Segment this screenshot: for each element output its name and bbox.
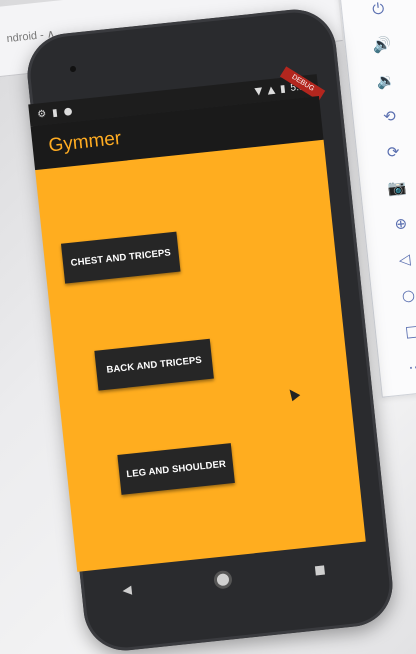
mouse-cursor-icon (285, 386, 301, 402)
signal-icon: ▲ (266, 84, 276, 96)
battery-icon: ▮ (279, 82, 287, 95)
main-content: CHEST AND TRICEPS BACK AND TRICEPS LEG A… (35, 139, 366, 572)
notification-dot-icon: ● (63, 105, 73, 118)
phone-emulator: ⚙ ▮ ● ▼ ▲ ▮ 5:52 DEBUG Gymmer CHEST AND … (0, 0, 416, 654)
leg-and-shoulder-button[interactable]: LEG AND SHOULDER (117, 443, 235, 495)
wifi-icon: ▼ (254, 85, 263, 98)
app-title: Gymmer (47, 127, 123, 157)
nav-overview-icon[interactable]: ■ (313, 562, 326, 577)
sd-card-icon: ▮ (51, 106, 59, 119)
phone-screen: ⚙ ▮ ● ▼ ▲ ▮ 5:52 DEBUG Gymmer CHEST AND … (28, 66, 366, 597)
nav-home-icon[interactable] (216, 573, 230, 587)
settings-icon: ⚙ (36, 108, 47, 121)
back-and-triceps-button[interactable]: BACK AND TRICEPS (94, 338, 214, 391)
nav-back-icon[interactable]: ◀ (122, 582, 133, 597)
chest-and-triceps-button[interactable]: CHEST AND TRICEPS (60, 231, 181, 284)
